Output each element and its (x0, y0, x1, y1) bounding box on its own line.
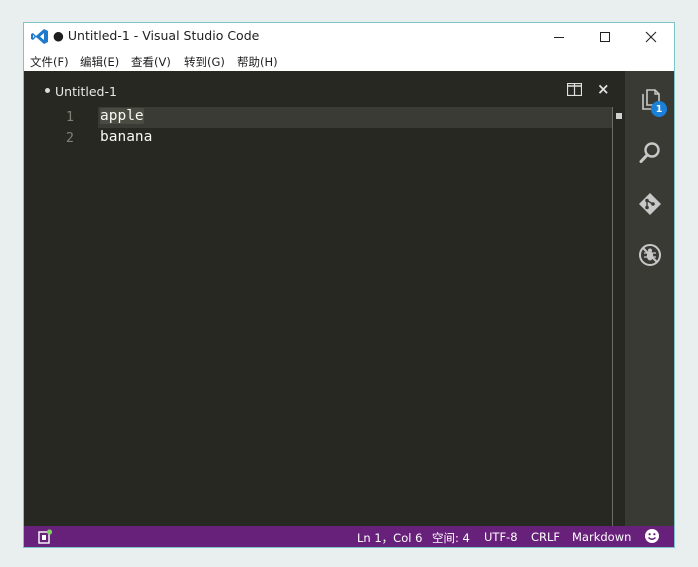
minimize-button[interactable] (536, 23, 582, 50)
menu-file[interactable]: 文件(F) (30, 54, 69, 70)
vscode-window: ● Untitled-1 - Visual Studio Code 文件(F) … (23, 22, 675, 548)
status-encoding[interactable]: UTF-8 (484, 530, 518, 544)
status-eol[interactable]: CRLF (531, 530, 560, 544)
code-line-2[interactable]: banana (100, 129, 152, 145)
explorer-badge: 1 (651, 101, 667, 117)
editor-area[interactable]: 1 2 apple banana (24, 107, 612, 526)
scrollbar-track[interactable] (612, 107, 613, 526)
search-icon[interactable] (638, 141, 662, 165)
close-icon (645, 31, 657, 42)
activity-bar: 1 (625, 71, 674, 526)
debug-icon[interactable] (638, 243, 662, 267)
close-window-button[interactable] (628, 23, 674, 50)
vscode-logo-icon (31, 29, 48, 44)
git-icon[interactable] (638, 192, 662, 216)
menu-view[interactable]: 查看(V) (131, 54, 171, 70)
window-title: ● Untitled-1 - Visual Studio Code (53, 28, 260, 43)
close-editor-icon[interactable]: × (597, 80, 610, 98)
smiley-feedback-icon[interactable] (644, 528, 660, 544)
workbench: Untitled-1 × 1 2 apple banana 1 (24, 71, 674, 526)
line-number: 1 (65, 109, 74, 125)
menu-help[interactable]: 帮助(H) (237, 54, 278, 70)
maximize-icon (600, 31, 610, 42)
tab-untitled-1[interactable]: Untitled-1 (55, 84, 117, 99)
feedback-share-icon[interactable] (38, 529, 53, 544)
status-indentation[interactable]: 空间: 4 (432, 530, 470, 546)
menu-bar: 文件(F) 编辑(E) 查看(V) 转到(G) 帮助(H) (24, 50, 674, 71)
line-number: 2 (65, 130, 74, 146)
status-cursor-position[interactable]: Ln 1，Col 6 (357, 530, 422, 546)
menu-go[interactable]: 转到(G) (184, 54, 225, 70)
status-language-mode[interactable]: Markdown (572, 530, 631, 544)
status-bar: Ln 1，Col 6 空间: 4 UTF-8 CRLF Markdown (24, 526, 674, 547)
title-bar[interactable]: ● Untitled-1 - Visual Studio Code (24, 23, 674, 50)
maximize-button[interactable] (582, 23, 628, 50)
current-line-highlight (98, 107, 612, 128)
scrollbar-cursor-marker (616, 113, 622, 119)
split-editor-icon[interactable] (567, 83, 582, 96)
code-line-1[interactable]: apple (100, 108, 144, 124)
menu-edit[interactable]: 编辑(E) (80, 54, 119, 70)
dirty-indicator-icon (45, 88, 50, 93)
editor-tab-bar: Untitled-1 × (24, 71, 625, 107)
word-highlight: apple (100, 108, 144, 124)
minimize-icon (554, 36, 564, 38)
